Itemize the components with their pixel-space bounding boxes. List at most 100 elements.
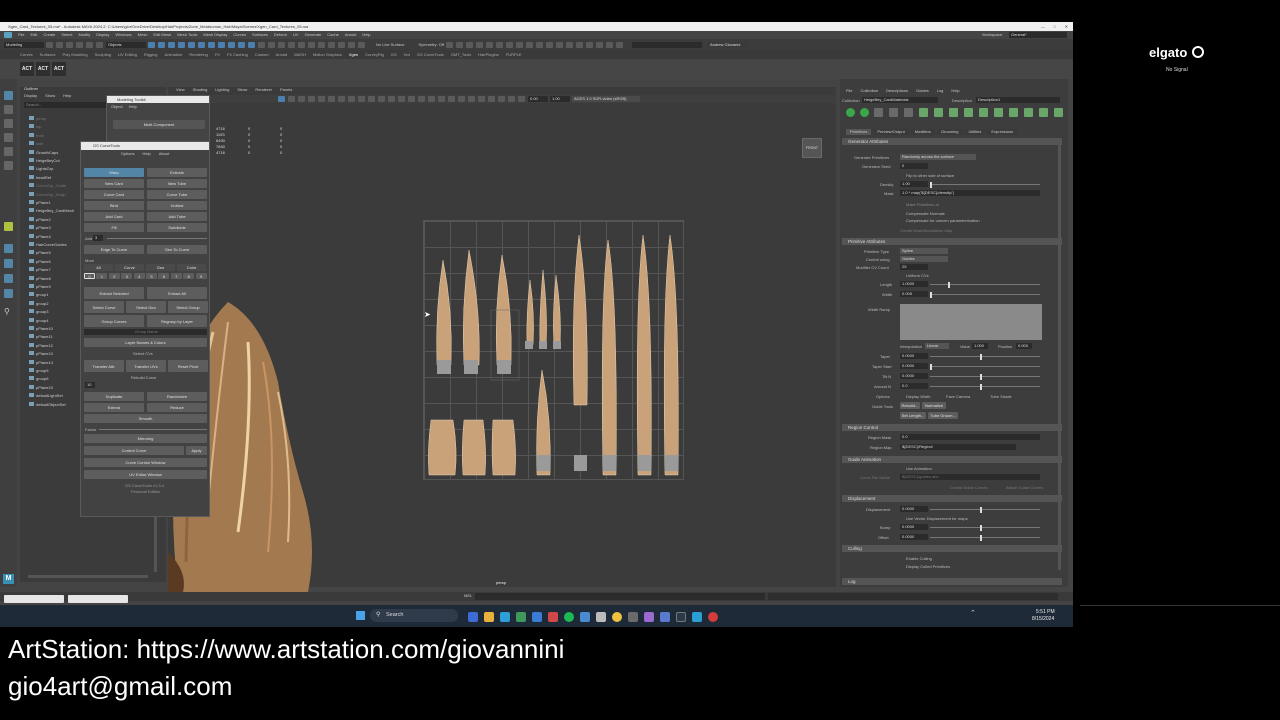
taskbar-app-14[interactable] (676, 612, 686, 622)
outliner-item[interactable]: LightsGrp (28, 166, 53, 171)
menu-modify[interactable]: Modify (79, 33, 91, 37)
generator-seed-field[interactable]: 0 (900, 163, 928, 169)
menu-help[interactable]: Help (362, 33, 370, 37)
gs-add-field[interactable]: 3 (93, 235, 103, 241)
gs-layer-button[interactable]: 6 (158, 273, 170, 279)
tray-up-icon[interactable]: ⌃ (970, 609, 976, 617)
viewport-menu-item[interactable]: View (176, 88, 185, 92)
outliner-item[interactable]: side (28, 141, 43, 146)
region-map-field[interactable]: ${DESC}/Region/ (900, 444, 1016, 450)
geo-to-curve-button[interactable]: Geo To Curve (147, 245, 207, 254)
select-curve-button[interactable]: Select Curve (84, 301, 124, 313)
shelf-tab[interactable]: GS (391, 52, 397, 57)
gs-menu-item[interactable]: About (159, 152, 169, 156)
view-cube[interactable]: FRONT (802, 138, 822, 158)
curve-control-window-button[interactable]: Curve Control Window (84, 458, 207, 467)
width-ramp-graph[interactable] (900, 304, 1042, 340)
group-name-field[interactable]: Group Name (84, 329, 207, 335)
colorspace-select[interactable]: ACES 1.0 SDR-video (sRGB) (572, 96, 640, 102)
tube-shade-checkbox[interactable]: Tube Shade (990, 394, 1012, 399)
flip-checkbox[interactable]: Flip to other side of surface (906, 173, 954, 178)
xgen-tab[interactable]: Grooming (936, 129, 963, 135)
gs-button[interactable]: Subdivide (147, 223, 207, 232)
xgen-tab[interactable]: Preview/Output (873, 129, 909, 135)
set-length-button[interactable]: Set Length... (900, 412, 926, 419)
shelf-tab[interactable]: HairPlugins (478, 52, 498, 57)
shelf-tab[interactable]: GS CurveTools (417, 52, 444, 57)
viewport-menu-item[interactable]: Show (237, 88, 247, 92)
outliner-item[interactable]: CurveGrp_Guide (28, 183, 66, 188)
outliner-item[interactable]: pPlane12 (29, 342, 53, 348)
symmetry-label[interactable]: Symmetry: Off (418, 42, 443, 47)
transfer-uvs-button[interactable]: Transfer UVs (126, 360, 166, 372)
reduce-button[interactable]: Reduce (147, 403, 207, 412)
taper-slider[interactable] (930, 353, 1040, 360)
select-cvs-label[interactable]: Select CVs (133, 351, 153, 356)
taskbar-explorer[interactable] (484, 612, 494, 622)
uniform-cvs-checkbox[interactable]: Uniform CVs (906, 273, 929, 278)
outliner-item[interactable]: pPlane8 (29, 275, 51, 281)
taskbar-app-8[interactable] (580, 612, 590, 622)
outliner-hscroll[interactable] (28, 575, 148, 578)
normalize-button[interactable]: Normalize (922, 402, 946, 409)
gs-layer-button[interactable]: 5 (146, 273, 157, 279)
density-field[interactable]: 1.00 (900, 181, 928, 187)
layout-side-icon[interactable] (4, 274, 13, 283)
paint-tool-icon[interactable] (4, 119, 13, 128)
menu-surfaces[interactable]: Surfaces (252, 33, 268, 37)
around-slider[interactable] (930, 383, 1040, 390)
displacement-field[interactable]: 0.0000 (900, 506, 928, 512)
mtk-menu-item[interactable]: Help (129, 104, 137, 109)
menu-arnold[interactable]: Arnold (345, 33, 357, 37)
select-geo-button[interactable]: Select Geo (126, 301, 166, 313)
viewport-gamma-field[interactable]: 1.00 (550, 96, 570, 102)
width-field[interactable]: 0.005 (900, 291, 928, 297)
taskbar-edge[interactable] (500, 612, 510, 622)
outliner-item[interactable]: group1 (28, 292, 48, 297)
layout-four-icon[interactable] (4, 259, 13, 268)
shelf-tab[interactable]: Curves (20, 52, 33, 57)
xgen-menu-item[interactable]: Descriptions (886, 89, 908, 93)
outliner-item[interactable]: CurveGrp_Scalp (29, 191, 66, 197)
gs-button[interactable]: Extrude (147, 168, 207, 177)
modifier-cv-field[interactable]: 25 (900, 264, 928, 270)
rebuild-button[interactable]: Rebuild... (900, 402, 920, 409)
layout-single-icon[interactable] (4, 244, 13, 253)
menu-select[interactable]: Select (61, 33, 72, 37)
outliner-menu-item[interactable]: Help (63, 94, 71, 98)
objects-select[interactable]: Objects (106, 41, 146, 48)
offset-field[interactable]: 0.0000 (900, 534, 928, 540)
uv-editor-window-button[interactable]: UV Editor Window (84, 470, 207, 479)
taskbar-app-6[interactable] (548, 612, 558, 622)
value-field[interactable]: 1.000 (972, 343, 988, 349)
generator-section[interactable]: Generator Attributes (842, 138, 1062, 145)
gs-button[interactable]: Add Tube (147, 212, 207, 221)
select-tool-icon[interactable] (4, 91, 13, 100)
gs-layer-button[interactable]: 0 (84, 273, 95, 279)
rebuild-field[interactable]: 10 (85, 382, 95, 388)
shelf-tab[interactable]: UV Editing (118, 52, 137, 57)
interpolation-select[interactable]: Linear (925, 343, 949, 349)
outliner-menu-item[interactable]: Display (24, 94, 37, 98)
menu-cache[interactable]: Cache (327, 33, 339, 37)
outliner-item[interactable]: pPlane1 (29, 200, 51, 205)
gs-button[interactable]: Warp (84, 168, 144, 177)
taskbar-settings[interactable] (628, 612, 638, 622)
collection-select[interactable]: HelgeBey_CardMaterials (862, 97, 938, 103)
edge-to-curve-button[interactable]: Edge To Curve (84, 245, 144, 254)
xgen-create-icon[interactable] (846, 108, 855, 117)
outliner-item[interactable]: pPlane10 (29, 326, 53, 331)
bump-field[interactable]: 0.0000 (900, 524, 928, 530)
menu-edit[interactable]: Edit (30, 33, 37, 37)
select-group-button[interactable]: Select Group (168, 301, 208, 313)
shelf-item-1[interactable]: ACT (20, 62, 34, 76)
generate-primitives-select[interactable]: Randomly across the surface (900, 154, 976, 160)
windows-start-icon[interactable] (356, 611, 365, 620)
menu-mesh-display[interactable]: Mesh Display (203, 33, 227, 37)
viewport-exposure-field[interactable]: 0.00 (528, 96, 548, 102)
density-slider[interactable] (930, 181, 1040, 188)
taskbar-app-9[interactable] (596, 612, 606, 622)
animation-section[interactable]: Guide Animation (842, 456, 1062, 463)
display-width-checkbox[interactable]: Display Width (906, 394, 930, 399)
primitive-section[interactable]: Primitive Attributes (842, 238, 1062, 245)
